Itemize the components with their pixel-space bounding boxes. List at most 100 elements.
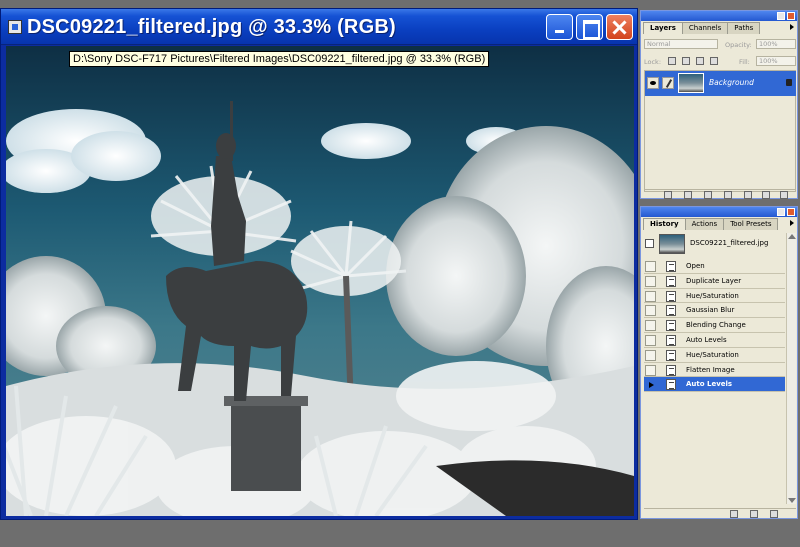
layers-palette-titlebar[interactable] <box>641 11 797 21</box>
history-brush-source-checkbox[interactable] <box>645 275 656 287</box>
image-canvas[interactable] <box>6 46 634 516</box>
history-brush-source-checkbox[interactable] <box>645 349 656 361</box>
history-state-row[interactable]: Duplicate Layer <box>644 274 785 289</box>
palette-close-icon[interactable] <box>787 208 795 216</box>
palette-minimize-icon[interactable] <box>777 12 785 20</box>
infrared-photo <box>6 46 634 516</box>
tab-history[interactable]: History <box>643 218 686 230</box>
history-brush-source-checkbox[interactable] <box>645 290 656 302</box>
document-window[interactable]: DSC09221_filtered.jpg @ 33.3% (RGB) D:\S… <box>0 8 638 520</box>
lock-icon <box>786 79 792 86</box>
fill-field[interactable]: 100% <box>756 56 796 66</box>
history-step-icon <box>666 364 676 376</box>
adjustment-layer-icon[interactable] <box>724 191 732 199</box>
layer-row[interactable]: Background <box>645 71 796 96</box>
path-tooltip: D:\Sony DSC-F717 Pictures\Filtered Image… <box>69 51 490 67</box>
document-title: DSC09221_filtered.jpg @ 33.3% (RGB) <box>27 16 396 38</box>
tab-layers[interactable]: Layers <box>643 22 683 34</box>
layer-thumbnail <box>678 73 704 93</box>
link-layers-icon[interactable] <box>664 191 672 199</box>
lock-image-icon[interactable] <box>682 57 690 65</box>
history-state-label: Duplicate Layer <box>686 276 742 285</box>
history-state-row[interactable]: Hue/Saturation <box>644 289 785 304</box>
history-state-label: Hue/Saturation <box>686 350 739 359</box>
history-brush-source-checkbox[interactable] <box>645 261 656 272</box>
scroll-down-arrow-icon[interactable] <box>788 498 796 503</box>
document-title-bar[interactable]: DSC09221_filtered.jpg @ 33.3% (RGB) <box>1 9 637 45</box>
layers-palette[interactable]: Layers Channels Paths Normal Opacity: 10… <box>640 10 798 199</box>
maximize-button[interactable] <box>576 14 603 40</box>
lock-label: Lock: <box>644 58 662 66</box>
document-icon[interactable] <box>8 20 22 34</box>
palette-menu-arrow-icon[interactable] <box>790 24 794 30</box>
layer-list: Background <box>644 70 796 192</box>
scroll-up-arrow-icon[interactable] <box>788 234 796 239</box>
history-step-icon <box>666 349 676 361</box>
palette-minimize-icon[interactable] <box>777 208 785 216</box>
history-state-row[interactable]: Blending Change <box>644 318 785 333</box>
delete-state-icon[interactable] <box>770 510 778 518</box>
history-state-row[interactable]: Open <box>644 259 785 274</box>
history-step-icon <box>666 379 676 391</box>
history-tabs: History Actions Tool Presets <box>643 218 779 230</box>
opacity-field[interactable]: 100% <box>756 39 796 49</box>
visibility-eye-icon[interactable] <box>647 77 659 89</box>
layers-footer <box>644 189 796 199</box>
palette-menu-arrow-icon[interactable] <box>790 220 794 226</box>
trash-icon[interactable] <box>780 191 788 199</box>
history-state-row[interactable]: Flatten Image <box>644 363 785 378</box>
lock-transparent-icon[interactable] <box>668 57 676 65</box>
history-brush-source-checkbox[interactable] <box>645 320 656 332</box>
minimize-button[interactable] <box>546 14 573 40</box>
new-group-icon[interactable] <box>744 191 752 199</box>
history-state-label: Auto Levels <box>686 380 733 389</box>
close-button[interactable] <box>606 14 633 40</box>
history-brush-source-checkbox[interactable] <box>645 364 656 376</box>
lock-position-icon[interactable] <box>696 57 704 65</box>
history-step-icon <box>666 261 676 272</box>
history-state-label: Gaussian Blur <box>686 306 735 315</box>
history-step-icon <box>666 305 676 317</box>
tab-tool-presets[interactable]: Tool Presets <box>723 218 779 230</box>
brush-link-icon[interactable] <box>662 77 674 89</box>
photoshop-workspace: DSC09221_filtered.jpg @ 33.3% (RGB) D:\S… <box>0 0 800 547</box>
opacity-label: Opacity: <box>725 41 752 49</box>
palette-close-icon[interactable] <box>787 12 795 20</box>
snapshot-name: DSC09221_filtered.jpg <box>690 239 769 247</box>
history-snapshot[interactable]: DSC09221_filtered.jpg <box>644 233 795 255</box>
history-palette[interactable]: History Actions Tool Presets DSC09221_fi… <box>640 206 798 519</box>
history-state-row[interactable]: Auto Levels <box>644 377 785 393</box>
history-states: Open Duplicate Layer Hue/Saturation Gaussia… <box>644 259 785 393</box>
layer-name: Background <box>709 78 754 87</box>
layer-mask-icon[interactable] <box>704 191 712 199</box>
history-step-icon <box>666 275 676 287</box>
history-state-label: Hue/Saturation <box>686 291 739 300</box>
history-step-icon <box>666 320 676 332</box>
snapshot-brush-icon[interactable] <box>645 239 654 248</box>
layers-tabs: Layers Channels Paths <box>643 22 761 34</box>
snapshot-thumbnail <box>659 234 685 254</box>
new-document-from-state-icon[interactable] <box>730 510 738 518</box>
history-state-label: Auto Levels <box>686 335 727 344</box>
blend-mode-select[interactable]: Normal <box>644 39 718 49</box>
history-brush-source-checkbox[interactable] <box>645 334 656 346</box>
history-state-row[interactable]: Gaussian Blur <box>644 303 785 319</box>
history-brush-source-checkbox[interactable] <box>645 379 656 391</box>
history-state-row[interactable]: Hue/Saturation <box>644 348 785 363</box>
history-step-icon <box>666 334 676 346</box>
layer-style-icon[interactable] <box>684 191 692 199</box>
history-scrollbar[interactable] <box>786 233 796 504</box>
history-brush-source-checkbox[interactable] <box>645 305 656 317</box>
fill-label: Fill: <box>739 58 750 66</box>
new-snapshot-icon[interactable] <box>750 510 758 518</box>
tab-paths[interactable]: Paths <box>727 22 761 34</box>
history-footer <box>644 508 796 518</box>
new-layer-icon[interactable] <box>762 191 770 199</box>
history-state-row[interactable]: Auto Levels <box>644 333 785 348</box>
history-state-label: Blending Change <box>686 321 746 330</box>
history-step-icon <box>666 290 676 302</box>
history-palette-titlebar[interactable] <box>641 207 797 217</box>
tab-actions[interactable]: Actions <box>684 218 725 230</box>
lock-all-icon[interactable] <box>710 57 718 65</box>
tab-channels[interactable]: Channels <box>681 22 729 34</box>
